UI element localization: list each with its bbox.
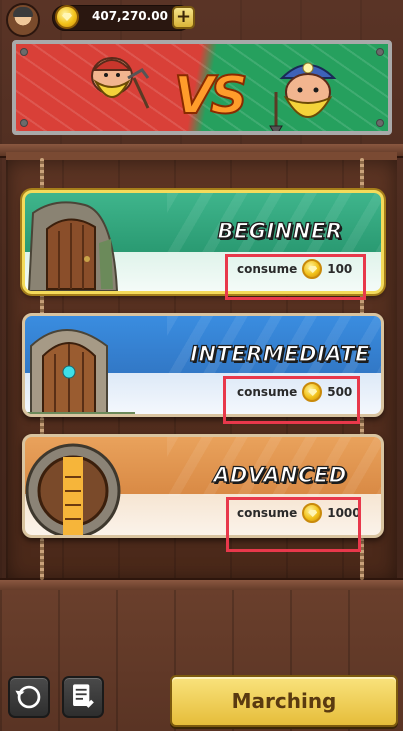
rope [360,158,364,194]
highlight-box [225,254,366,300]
bolt [20,48,28,56]
miner-right-icon [269,62,337,131]
avatar[interactable] [6,3,40,37]
level-title: BEGINNER [217,218,343,243]
back-arrow-icon [15,685,41,709]
level-title: INTERMEDIATE [190,341,370,366]
add-gems-button[interactable]: + [172,6,195,29]
vs-text: VS [173,65,249,127]
bolt [376,48,384,56]
highlight-box [223,376,360,424]
gem-coin-icon [55,5,79,29]
top-bar: 407,270.00 + [0,0,403,38]
miner-left-icon [91,57,150,109]
bolt [376,119,384,127]
back-button[interactable] [8,676,50,718]
notepad-icon [73,684,94,708]
log-button[interactable] [62,676,104,718]
rope [40,158,44,194]
marching-button[interactable]: Marching [170,675,398,727]
rope [40,538,44,580]
bolt [20,119,28,127]
stone-door-icon [25,329,135,414]
wooden-door-icon [27,201,119,291]
level-title: ADVANCED [213,462,347,487]
gem-amount: 407,270.00 [92,9,168,23]
vs-banner: VS [12,40,392,135]
highlight-box [226,497,361,552]
vault-door-icon [25,443,121,535]
